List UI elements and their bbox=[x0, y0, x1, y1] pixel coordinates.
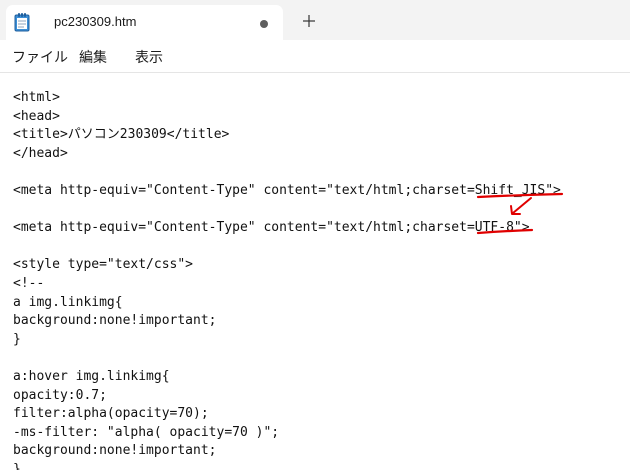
code-line: } bbox=[13, 331, 21, 347]
code-line: <html> bbox=[13, 90, 60, 105]
code-line: background:none!important; bbox=[13, 443, 217, 459]
unsaved-dot-icon[interactable] bbox=[260, 20, 268, 28]
code-line: </head> bbox=[13, 145, 68, 161]
code-line: a:hover img.linkimg{ bbox=[13, 368, 170, 384]
code-line: background:none!important; bbox=[13, 313, 217, 329]
tab-title: pc230309.htm bbox=[54, 14, 137, 29]
code-line: <style type="text/css"> bbox=[13, 257, 194, 273]
menu-edit[interactable]: 編集 bbox=[79, 47, 107, 67]
code-lines: <html> <head> <title>パソコン230309</title> … bbox=[13, 89, 561, 470]
tab-bar: pc230309.htm bbox=[0, 0, 630, 40]
code-line: <title>パソコン230309</title> bbox=[13, 127, 230, 143]
menu-file[interactable]: ファイル bbox=[12, 47, 68, 67]
tab-file[interactable]: pc230309.htm bbox=[6, 5, 283, 40]
text-editor[interactable]: <html> <head> <title>パソコン230309</title> … bbox=[0, 72, 630, 470]
menu-bar: ファイル 編集 表示 bbox=[0, 40, 630, 72]
code-line: <head> bbox=[13, 108, 60, 124]
menu-view[interactable]: 表示 bbox=[135, 47, 163, 67]
code-line: <meta http-equiv="Content-Type" content=… bbox=[13, 220, 530, 236]
code-line: -ms-filter: "alpha( opacity=70 )"; bbox=[13, 424, 280, 440]
code-line: } bbox=[13, 461, 21, 470]
code-line: opacity:0.7; bbox=[13, 387, 107, 403]
plus-icon[interactable] bbox=[301, 13, 317, 29]
notepad-icon bbox=[14, 12, 30, 32]
code-line: a img.linkimg{ bbox=[13, 294, 123, 310]
code-line: <!-- bbox=[13, 275, 45, 291]
code-line: filter:alpha(opacity=70); bbox=[13, 406, 209, 422]
code-line: <meta http-equiv="Content-Type" content=… bbox=[13, 182, 561, 198]
